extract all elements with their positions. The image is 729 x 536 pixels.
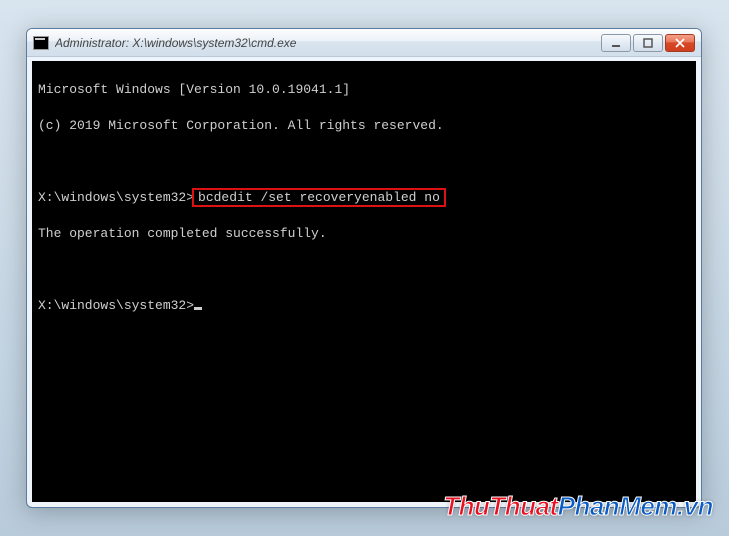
console-area[interactable]: Microsoft Windows [Version 10.0.19041.1]… [27,57,701,507]
console-blank [38,153,690,171]
titlebar[interactable]: Administrator: X:\windows\system32\cmd.e… [27,29,701,57]
console-command-line: X:\windows\system32>bcdedit /set recover… [38,189,690,207]
cursor [194,307,202,310]
highlighted-command: bcdedit /set recoveryenabled no [192,188,446,207]
console-prompt-active: X:\windows\system32> [38,297,690,315]
window-title: Administrator: X:\windows\system32\cmd.e… [55,36,601,50]
close-icon [675,38,685,48]
console-line: (c) 2019 Microsoft Corporation. All righ… [38,117,690,135]
maximize-icon [643,38,653,48]
window-controls [601,34,695,52]
prompt-path: X:\windows\system32> [38,298,194,313]
console-blank [38,261,690,279]
console-result: The operation completed successfully. [38,225,690,243]
minimize-icon [611,38,621,48]
prompt-path: X:\windows\system32> [38,190,194,205]
cmd-window: Administrator: X:\windows\system32\cmd.e… [26,28,702,508]
console-line: Microsoft Windows [Version 10.0.19041.1] [38,81,690,99]
close-button[interactable] [665,34,695,52]
maximize-button[interactable] [633,34,663,52]
cmd-icon [33,36,49,50]
minimize-button[interactable] [601,34,631,52]
